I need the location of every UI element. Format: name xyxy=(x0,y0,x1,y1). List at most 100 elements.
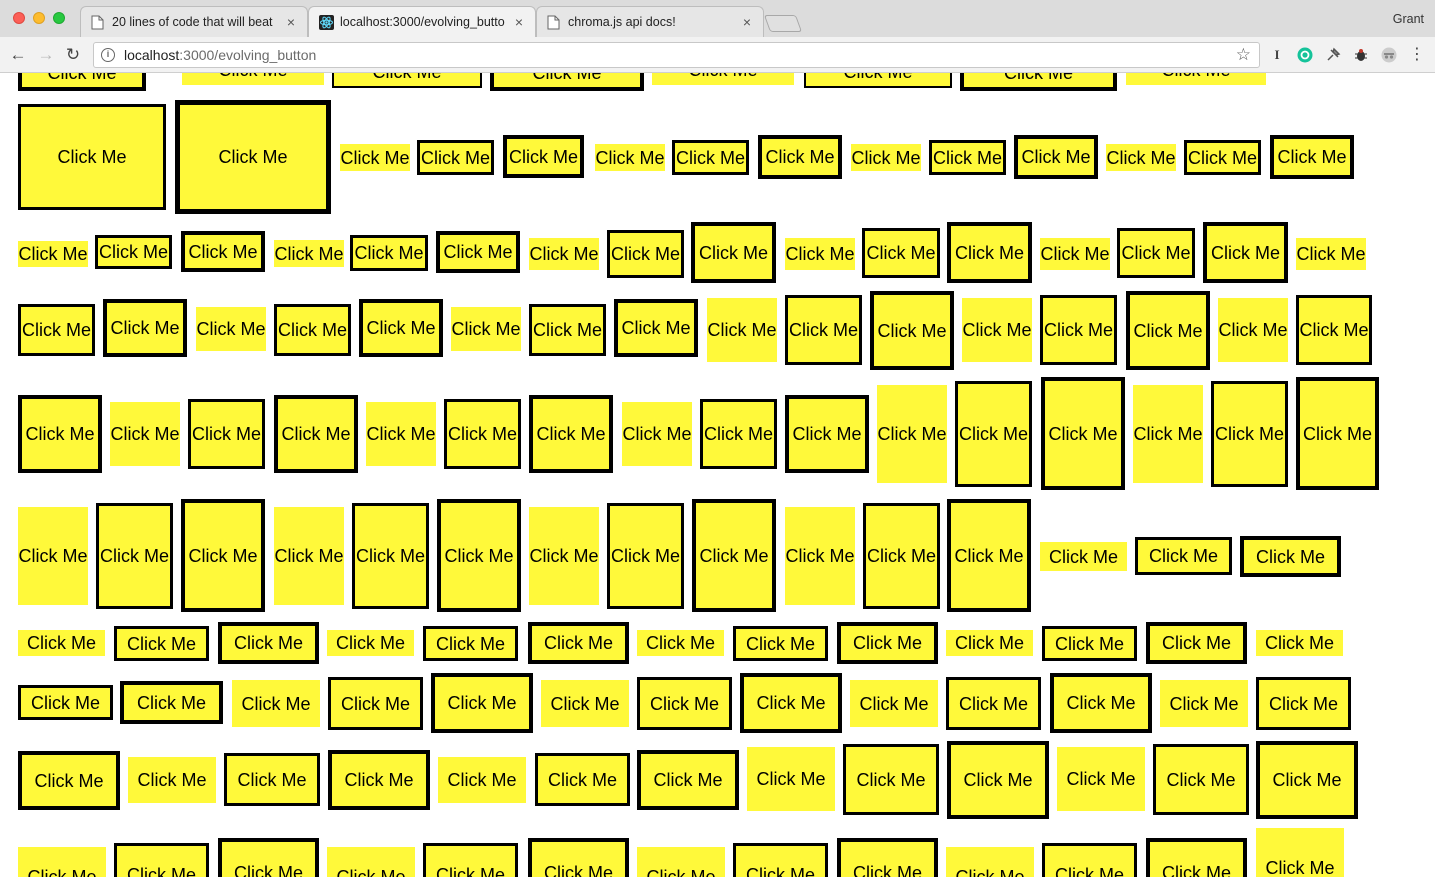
click-me-button[interactable]: Click Me xyxy=(128,757,216,803)
click-me-button[interactable]: Click Me xyxy=(444,399,521,469)
click-me-button[interactable]: Click Me xyxy=(1256,741,1358,819)
click-me-button[interactable]: Click Me xyxy=(877,385,947,483)
click-me-button[interactable]: Click Me xyxy=(328,750,430,810)
click-me-button[interactable]: Click Me xyxy=(18,241,88,267)
click-me-button[interactable]: Click Me xyxy=(529,238,599,270)
click-me-button[interactable]: Click Me xyxy=(1117,228,1195,278)
tab-chroma-docs[interactable]: chroma.js api docs! × xyxy=(536,6,764,37)
close-icon[interactable]: × xyxy=(283,14,299,30)
click-me-button[interactable]: Click Me xyxy=(960,73,1117,91)
click-me-button[interactable]: Click Me xyxy=(637,630,724,656)
click-me-button[interactable]: Click Me xyxy=(1203,222,1288,283)
click-me-button[interactable]: Click Me xyxy=(18,73,146,91)
click-me-button[interactable]: Click Me xyxy=(946,677,1041,730)
click-me-button[interactable]: Click Me xyxy=(110,402,180,466)
click-me-button[interactable]: Click Me xyxy=(740,673,842,733)
click-me-button[interactable]: Click Me xyxy=(652,73,794,85)
click-me-button[interactable]: Click Me xyxy=(274,304,351,356)
click-me-button[interactable]: Click Me xyxy=(837,838,938,877)
click-me-button[interactable]: Click Me xyxy=(1042,626,1137,661)
click-me-button[interactable]: Click Me xyxy=(707,298,777,362)
click-me-button[interactable]: Click Me xyxy=(332,73,482,88)
click-me-button[interactable]: Click Me xyxy=(862,228,940,278)
maximize-window-button[interactable] xyxy=(53,12,65,24)
close-icon[interactable]: × xyxy=(511,14,527,30)
click-me-button[interactable]: Click Me xyxy=(1040,542,1127,571)
click-me-button[interactable]: Click Me xyxy=(607,503,684,609)
click-me-button[interactable]: Click Me xyxy=(1211,381,1288,487)
tab-20-lines[interactable]: 20 lines of code that will beat × xyxy=(80,6,308,37)
instapaper-icon[interactable]: I xyxy=(1269,47,1285,63)
click-me-button[interactable]: Click Me xyxy=(437,499,521,612)
minimize-window-button[interactable] xyxy=(33,12,45,24)
click-me-button[interactable]: Click Me xyxy=(637,847,725,877)
click-me-button[interactable]: Click Me xyxy=(503,135,584,178)
pin-icon[interactable] xyxy=(1325,47,1341,63)
click-me-button[interactable]: Click Me xyxy=(672,140,749,175)
click-me-button[interactable]: Click Me xyxy=(18,104,166,210)
new-tab-button[interactable] xyxy=(763,15,803,32)
click-me-button[interactable]: Click Me xyxy=(423,843,518,877)
click-me-button[interactable]: Click Me xyxy=(1184,140,1261,175)
click-me-button[interactable]: Click Me xyxy=(870,291,954,370)
click-me-button[interactable]: Click Me xyxy=(114,843,209,877)
click-me-button[interactable]: Click Me xyxy=(18,630,105,656)
click-me-button[interactable]: Click Me xyxy=(1256,677,1351,730)
click-me-button[interactable]: Click Me xyxy=(595,144,665,171)
click-me-button[interactable]: Click Me xyxy=(535,753,630,806)
click-me-button[interactable]: Click Me xyxy=(529,507,599,605)
click-me-button[interactable]: Click Me xyxy=(352,503,429,609)
click-me-button[interactable]: Click Me xyxy=(1270,135,1354,179)
tab-evolving-button[interactable]: localhost:3000/evolving_butto × xyxy=(308,6,536,37)
click-me-button[interactable]: Click Me xyxy=(955,381,1032,487)
click-me-button[interactable]: Click Me xyxy=(431,673,533,733)
click-me-button[interactable]: Click Me xyxy=(1014,135,1098,179)
click-me-button[interactable]: Click Me xyxy=(350,235,428,271)
click-me-button[interactable]: Click Me xyxy=(340,144,410,171)
click-me-button[interactable]: Click Me xyxy=(96,503,173,609)
click-me-button[interactable]: Click Me xyxy=(328,677,423,730)
close-icon[interactable]: × xyxy=(739,14,755,30)
click-me-button[interactable]: Click Me xyxy=(1256,630,1343,656)
incognito-icon[interactable] xyxy=(1381,47,1397,63)
click-me-button[interactable]: Click Me xyxy=(95,235,172,269)
click-me-button[interactable]: Click Me xyxy=(1218,298,1288,362)
click-me-button[interactable]: Click Me xyxy=(747,747,835,811)
click-me-button[interactable]: Click Me xyxy=(451,307,521,351)
click-me-button[interactable]: Click Me xyxy=(614,299,698,357)
click-me-button[interactable]: Click Me xyxy=(181,499,265,612)
click-me-button[interactable]: Click Me xyxy=(1146,622,1247,664)
click-me-button[interactable]: Click Me xyxy=(637,750,739,810)
click-me-button[interactable]: Click Me xyxy=(837,622,938,664)
click-me-button[interactable]: Click Me xyxy=(1041,377,1125,490)
click-me-button[interactable]: Click Me xyxy=(18,685,113,720)
click-me-button[interactable]: Click Me xyxy=(529,395,613,473)
click-me-button[interactable]: Click Me xyxy=(785,295,862,365)
click-me-button[interactable]: Click Me xyxy=(181,231,265,272)
click-me-button[interactable]: Click Me xyxy=(843,744,939,815)
click-me-button[interactable]: Click Me xyxy=(607,230,684,278)
info-icon[interactable]: i xyxy=(101,48,115,62)
click-me-button[interactable]: Click Me xyxy=(1040,238,1110,270)
click-me-button[interactable]: Click Me xyxy=(947,222,1032,283)
click-me-button[interactable]: Click Me xyxy=(529,304,606,356)
click-me-button[interactable]: Click Me xyxy=(436,231,520,273)
click-me-button[interactable]: Click Me xyxy=(18,395,102,473)
click-me-button[interactable]: Click Me xyxy=(850,680,938,727)
click-me-button[interactable]: Click Me xyxy=(196,307,266,351)
click-me-button[interactable]: Click Me xyxy=(18,847,106,877)
click-me-button[interactable]: Click Me xyxy=(182,73,324,85)
back-arrow-icon[interactable]: ← xyxy=(8,45,28,65)
click-me-button[interactable]: Click Me xyxy=(1106,144,1176,171)
click-me-button[interactable]: Click Me xyxy=(274,507,344,605)
click-me-button[interactable]: Click Me xyxy=(218,622,319,664)
click-me-button[interactable]: Click Me xyxy=(417,140,494,175)
click-me-button[interactable]: Click Me xyxy=(1126,73,1266,85)
click-me-button[interactable]: Click Me xyxy=(18,751,120,810)
click-me-button[interactable]: Click Me xyxy=(692,499,776,612)
click-me-button[interactable]: Click Me xyxy=(490,73,644,91)
click-me-button[interactable]: Click Me xyxy=(218,838,319,877)
click-me-button[interactable]: Click Me xyxy=(1133,385,1203,483)
click-me-button[interactable]: Click Me xyxy=(700,399,777,469)
click-me-button[interactable]: Click Me xyxy=(528,622,629,664)
